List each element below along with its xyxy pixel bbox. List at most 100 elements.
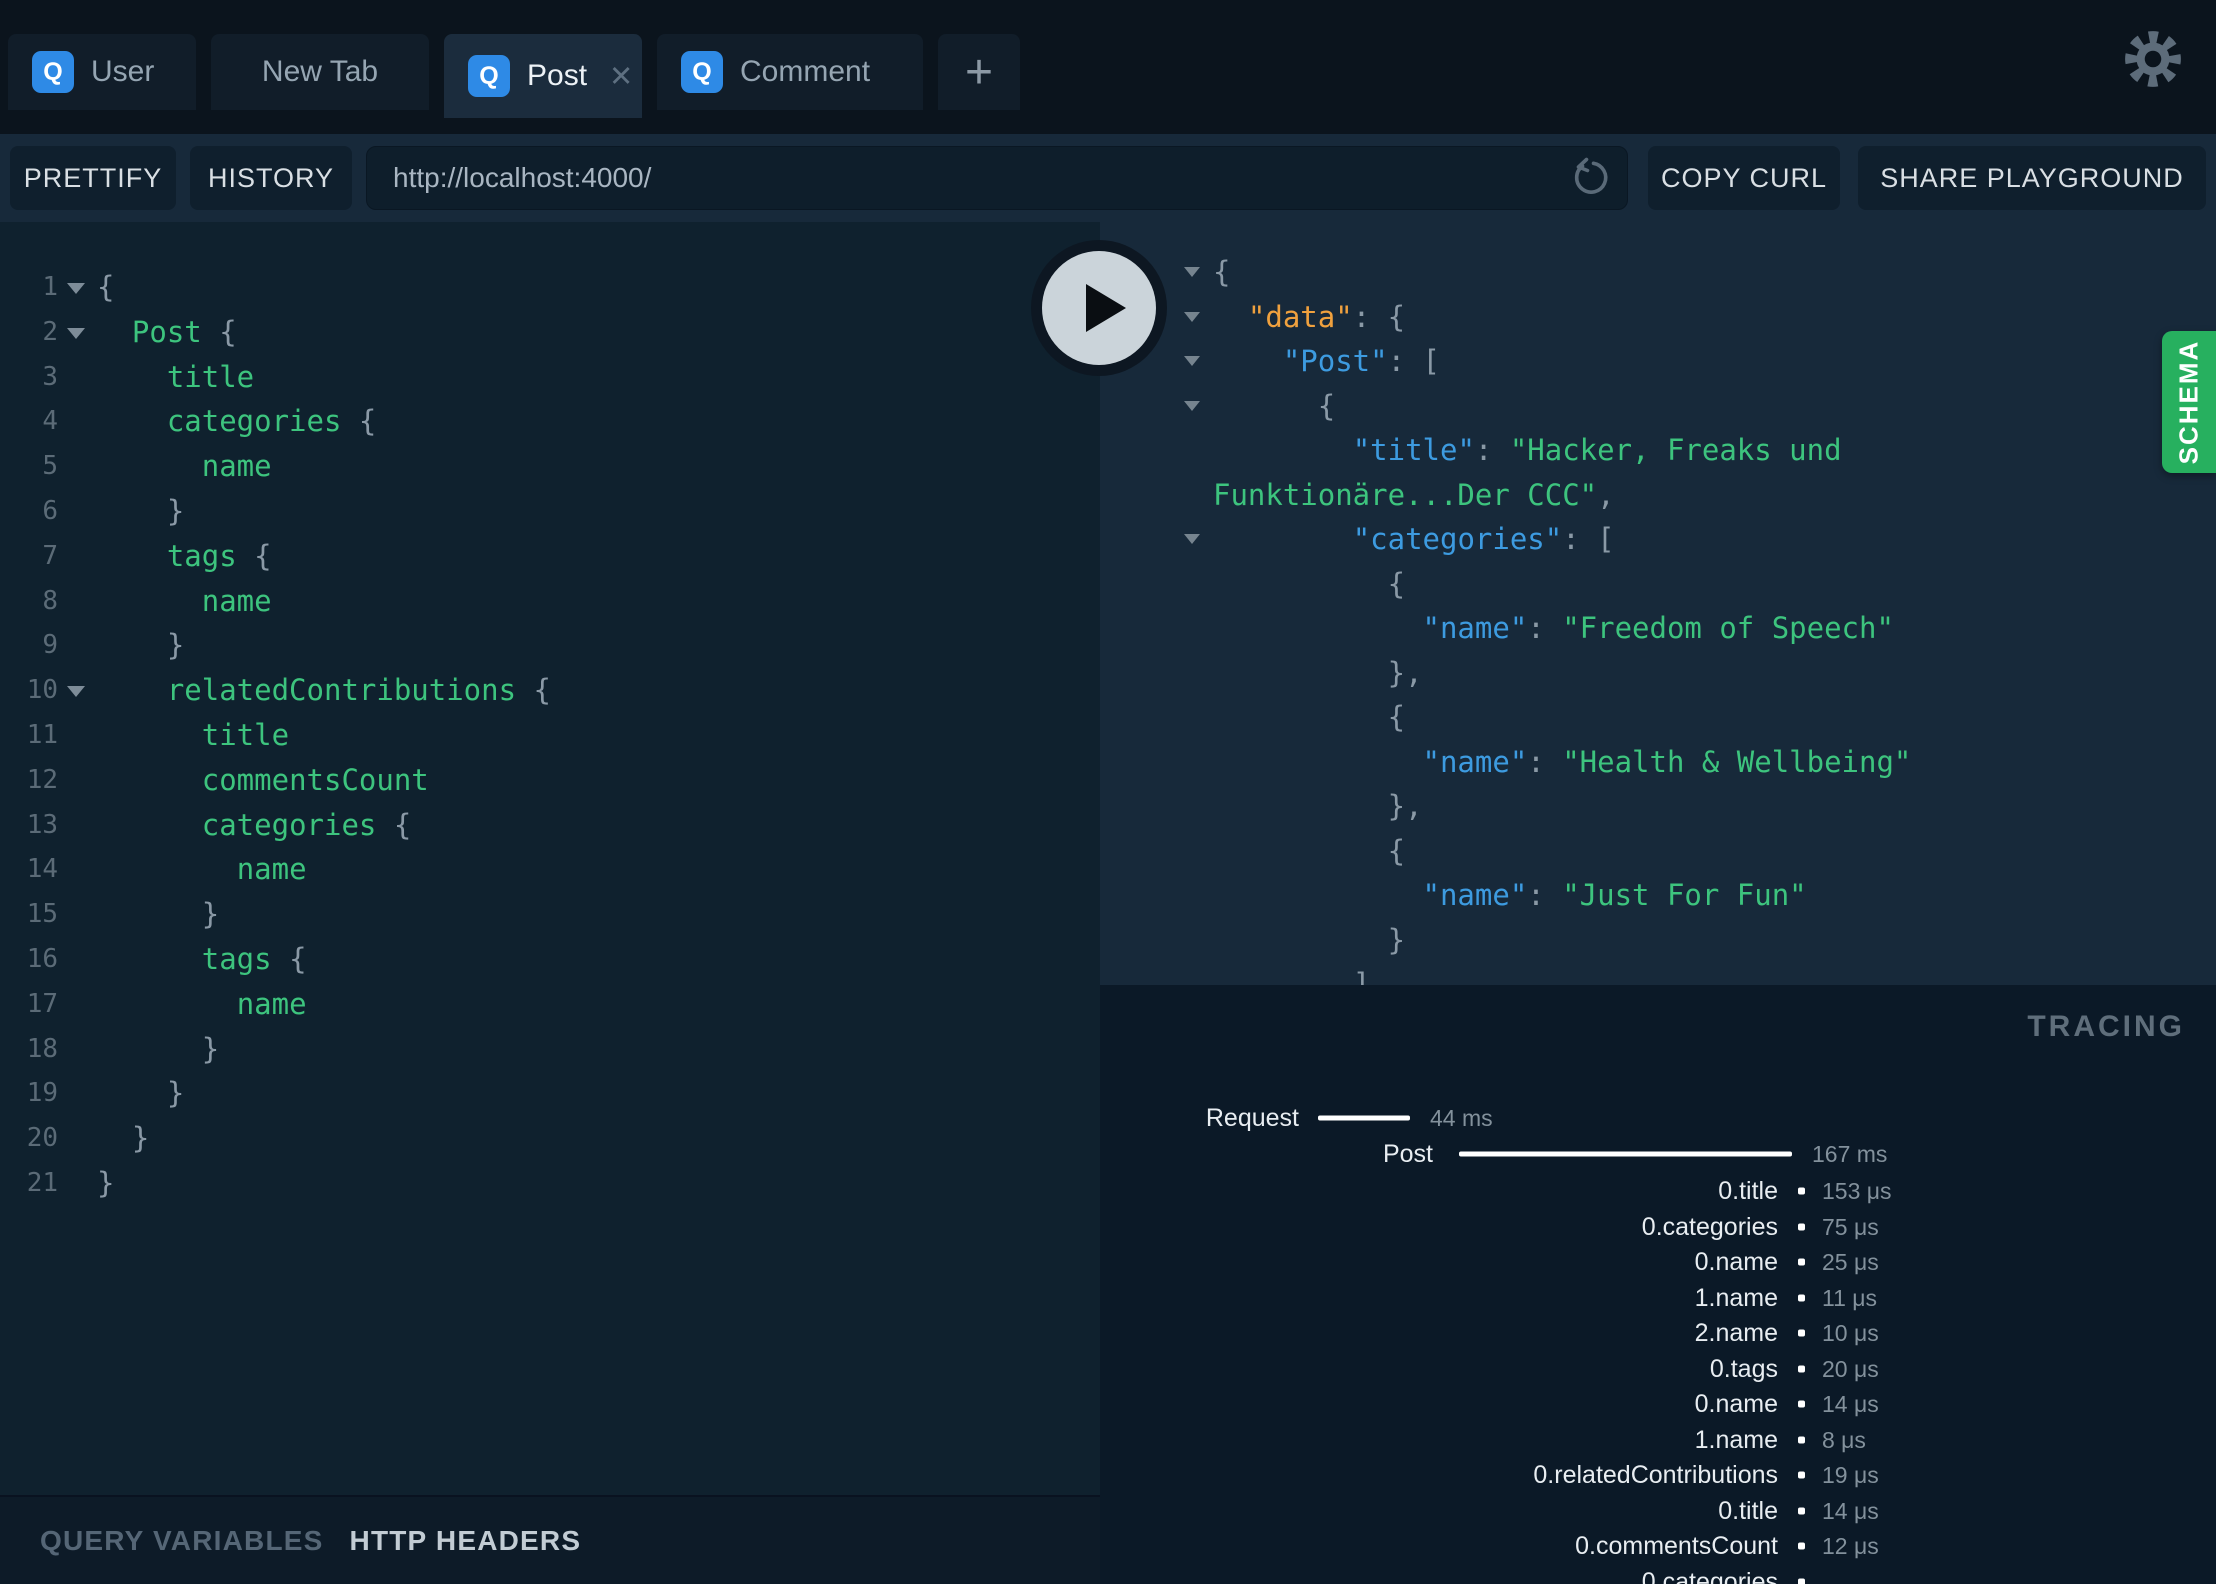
fold-gutter: [58, 1071, 97, 1116]
tracing-panel: TRACING Request 44 ms Post 167 ms 0.title 153…: [1100, 985, 2216, 1584]
code-text: relatedContributions {: [166, 673, 551, 708]
tab-list: Q User New Tab Q Post ✕ Q Comment +: [0, 0, 2216, 134]
response-line: "categories": [: [1100, 517, 2216, 562]
tracing-row: Request 44 ms: [1100, 1102, 2216, 1134]
fold-gutter: [1100, 962, 1213, 985]
tab-label: User: [91, 55, 155, 88]
tracing-row-value: 14 μs: [1822, 1497, 1879, 1524]
copy-curl-button[interactable]: COPY CURL: [1648, 146, 1840, 210]
fold-toggle[interactable]: [58, 310, 97, 355]
tracing-duration-bar: [1798, 1471, 1805, 1479]
line-number: 18: [26, 1033, 58, 1064]
close-icon[interactable]: ✕: [609, 59, 633, 94]
editor-line: 13 categories {: [0, 803, 1100, 848]
editor-line: 4 categories {: [0, 399, 1100, 444]
response-viewer[interactable]: { "data": { "Post": [ { "title": "Hacker…: [1100, 222, 2216, 985]
code-text: name: [201, 449, 272, 484]
tab-http-headers[interactable]: HTTP HEADERS: [350, 1525, 582, 1557]
response-line: },: [1100, 651, 2216, 696]
tracing-duration-bar: [1798, 1294, 1805, 1301]
tab-query-variables[interactable]: QUERY VARIABLES: [40, 1525, 324, 1557]
tracing-row-label: 0.title: [1718, 1496, 1778, 1525]
fold-gutter: [58, 892, 97, 937]
code-text: commentsCount: [201, 762, 429, 797]
settings-button[interactable]: [2120, 26, 2186, 92]
code-text: }: [97, 1165, 115, 1200]
response-line: "name": "Freedom of Speech": [1100, 606, 2216, 651]
execute-query-button[interactable]: [1031, 240, 1167, 376]
fold-gutter: [58, 534, 97, 579]
tracing-row-value: 167 ms: [1812, 1141, 1888, 1167]
toolbar: PRETTIFY HISTORY COPY CURL SHARE PLAYGRO…: [0, 134, 2216, 222]
query-editor[interactable]: 1{2 Post {3 title 4 categories {5 name 6 }…: [0, 222, 1100, 1495]
tab-new-tab[interactable]: New Tab: [211, 34, 429, 110]
graphql-playground-window: Q User New Tab Q Post ✕ Q Comment + PRETTIFY HI…: [0, 0, 2216, 1584]
fold-toggle[interactable]: [1100, 384, 1213, 429]
line-number: 8: [42, 585, 58, 616]
editor-line: 2 Post {: [0, 310, 1100, 355]
line-number: 14: [26, 854, 58, 885]
response-line: "title": "Hacker, Freaks und: [1100, 428, 2216, 473]
response-line: "name": "Just For Fun": [1100, 873, 2216, 918]
tracing-row: 0.categories 75 μs: [1100, 1211, 2216, 1243]
editor-line: 11 title: [0, 713, 1100, 758]
tracing-row-label: 0.name: [1694, 1390, 1778, 1418]
tracing-duration-bar: [1798, 1329, 1805, 1337]
tracing-row-label: 0.relatedContributions: [1533, 1461, 1778, 1489]
tracing-duration-bar: [1798, 1400, 1805, 1408]
code-text: name: [236, 986, 307, 1021]
fold-toggle[interactable]: [58, 668, 97, 713]
reload-icon[interactable]: [1570, 157, 1612, 199]
tab-post[interactable]: Q Post ✕: [444, 34, 642, 118]
code-text: "title": "Hacker, Freaks und: [1352, 433, 1842, 467]
line-number: 16: [26, 943, 58, 974]
fold-toggle[interactable]: [1100, 517, 1213, 562]
fold-gutter: [58, 579, 97, 624]
code-text: categories {: [166, 404, 377, 439]
new-tab-button[interactable]: +: [938, 34, 1020, 110]
line-number: 4: [42, 406, 58, 437]
tracing-row-value: 20 μs: [1822, 1355, 1879, 1382]
tracing-row: 0.title 153 μs: [1100, 1175, 2216, 1207]
code-text: {: [1317, 388, 1336, 423]
code-text: },: [1387, 655, 1423, 690]
tracing-title: TRACING: [2027, 1010, 2185, 1043]
tracing-row-label: 2.name: [1694, 1319, 1778, 1347]
tracing-row-value: 19 μs: [1822, 1462, 1879, 1488]
code-text: {: [1387, 700, 1406, 734]
tracing-row-label: 0.title: [1718, 1177, 1778, 1205]
response-line: {: [1100, 250, 2216, 295]
code-text: }: [166, 628, 185, 663]
tab-label: Comment: [740, 55, 871, 88]
bottom-tab-bar: QUERY VARIABLES HTTP HEADERS: [0, 1495, 1100, 1584]
response-line: {: [1100, 829, 2216, 874]
fold-toggle[interactable]: [58, 265, 97, 310]
response-line: ]: [1100, 962, 2216, 985]
response-line: "Post": [: [1100, 339, 2216, 384]
tab-user[interactable]: Q User: [8, 34, 196, 110]
code-text: }: [166, 493, 185, 528]
history-button[interactable]: HISTORY: [190, 146, 352, 210]
tracing-duration-bar: [1798, 1223, 1805, 1230]
plus-icon: +: [964, 45, 994, 99]
query-badge: Q: [32, 51, 74, 93]
code-text: }: [201, 1031, 220, 1066]
line-number: 6: [42, 495, 58, 526]
prettify-button[interactable]: PRETTIFY: [10, 146, 176, 210]
response-line: {: [1100, 695, 2216, 740]
response-line: "data": {: [1100, 295, 2216, 340]
tracing-row-label: 1.name: [1694, 1425, 1778, 1454]
tracing-row: 1.name 8 μs: [1100, 1424, 2216, 1456]
fold-gutter: [1100, 829, 1213, 874]
share-playground-button[interactable]: SHARE PLAYGROUND: [1858, 146, 2206, 210]
schema-tab[interactable]: SCHEMA: [2162, 331, 2216, 473]
code-text: }: [131, 1121, 150, 1156]
code-text: name: [201, 583, 272, 618]
line-number: 13: [26, 809, 58, 840]
editor-line: 21}: [0, 1161, 1100, 1206]
tab-comment[interactable]: Q Comment: [657, 34, 923, 110]
code-text: {: [1387, 566, 1406, 601]
endpoint-url-input[interactable]: [366, 146, 1628, 210]
code-text: "name": "Health & Wellbeing": [1422, 744, 1912, 779]
fold-gutter: [1100, 873, 1213, 918]
